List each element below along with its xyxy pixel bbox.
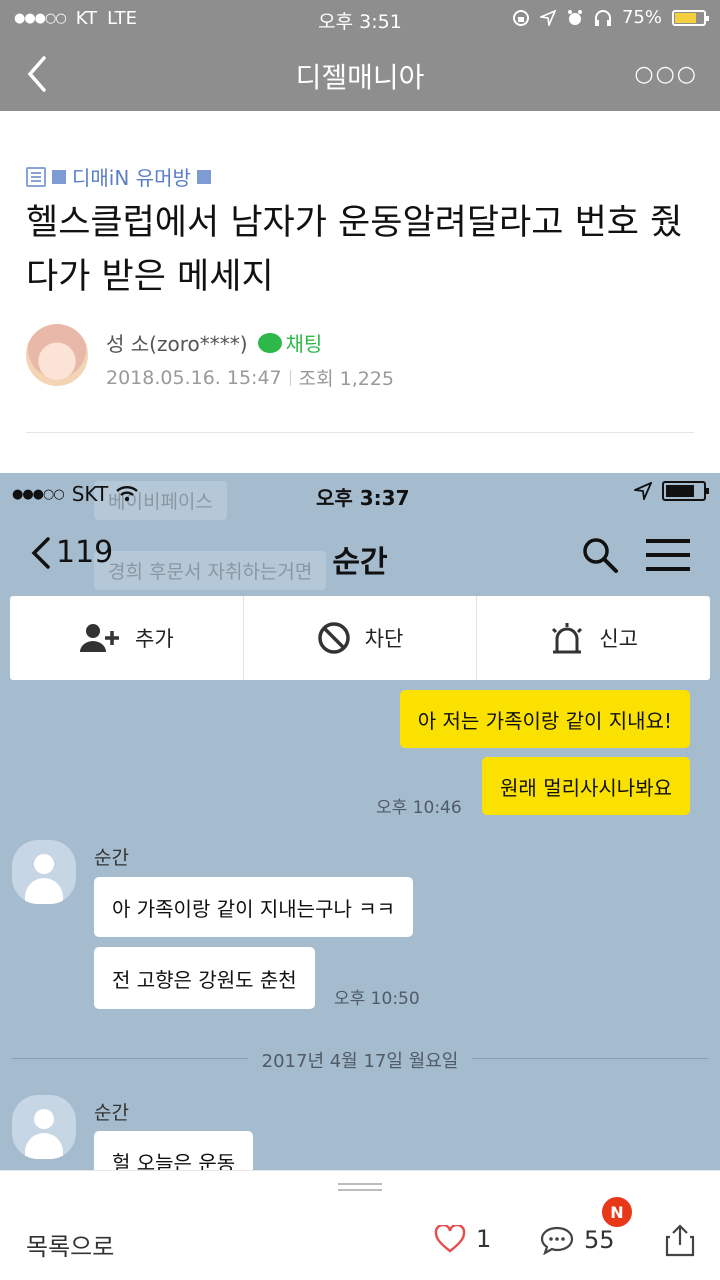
chat-nav-bar: 119 순간 [0, 513, 720, 595]
board-name: 디매iN 유머방 [72, 166, 191, 190]
their-message-bubble: 아 가족이랑 같이 지내는구나 ㅋㅋ [94, 877, 414, 937]
alarm-icon [567, 9, 582, 25]
my-message-bubble: 원래 멀리사시나봐요 [482, 757, 690, 815]
their-message-bubble: 전 고향은 강원도 춘천 [94, 947, 315, 1009]
sender-avatar[interactable] [12, 1095, 76, 1159]
chat-bubble-icon [257, 332, 282, 353]
comment-button[interactable]: 55 [540, 1225, 615, 1255]
battery-icon [662, 481, 709, 501]
author-name[interactable]: 성 소(zoro****) [106, 328, 248, 357]
heart-icon [434, 1225, 466, 1253]
more-options-icon[interactable]: ○○○ [634, 62, 698, 87]
chat-carrier: SKT [71, 482, 109, 506]
add-friend-button[interactable]: 추가 [10, 596, 243, 680]
block-icon [317, 622, 350, 654]
block-button[interactable]: 차단 [242, 596, 477, 680]
author-avatar[interactable] [26, 324, 88, 386]
sender-avatar[interactable] [12, 840, 76, 904]
search-icon[interactable] [580, 535, 620, 575]
battery-percent: 75% [621, 7, 662, 28]
message-time: 오후 10:46 [376, 798, 462, 818]
status-bar: ●●●○○ KT LTE 오후 3:51 75% [0, 0, 720, 38]
new-comment-badge: N [600, 1195, 634, 1229]
their-message-bubble: 헐 오늘은 운동 [94, 1131, 254, 1170]
like-button[interactable]: 1 [434, 1225, 491, 1253]
headphones-icon [594, 9, 611, 26]
battery-icon [672, 9, 709, 26]
drag-handle[interactable] [338, 1183, 382, 1191]
report-button[interactable]: 신고 [476, 596, 710, 680]
date-divider-text: 2017년 4월 17일 월요일 [247, 1051, 473, 1072]
report-label: 신고 [599, 627, 638, 651]
rotation-lock-icon [512, 9, 529, 26]
siren-icon [552, 623, 583, 654]
board-breadcrumb[interactable]: 디매iN 유머방 [26, 162, 211, 191]
comment-icon [540, 1226, 574, 1255]
location-icon [539, 9, 556, 26]
add-friend-icon [80, 624, 120, 652]
chat-label: 채팅 [285, 332, 323, 356]
friend-action-bar: 추가 차단 신고 [10, 596, 710, 680]
view-count: 조회 1,225 [298, 368, 395, 390]
chat-button[interactable]: 채팅 [257, 328, 323, 357]
article-meta: 2018.05.16. 15:47 조회 1,225 [106, 364, 394, 391]
like-count: 1 [476, 1225, 492, 1253]
app-header: 디젤매니아 ○○○ [0, 38, 720, 111]
date-divider: 2017년 4월 17일 월요일 [0, 1047, 720, 1073]
embedded-chat-screenshot: 베이비페이스 경희 후문서 자취하는거면 ●●●○○ SKT 오후 3:37 1… [0, 473, 720, 1170]
comment-count: 55 [584, 1226, 615, 1254]
sender-name: 순간 [94, 1102, 129, 1124]
message-time: 오후 10:50 [334, 989, 420, 1009]
sender-name: 순간 [94, 847, 129, 869]
signal-icon: ●●●○○ [12, 486, 65, 502]
square-bullet-icon [196, 169, 211, 184]
menu-icon[interactable] [646, 539, 690, 571]
article-title: 헬스클럽에서 남자가 운동알려달라고 번호 줬다가 받은 메세지 [26, 203, 683, 297]
location-icon [634, 482, 652, 500]
page-title: 디젤매니아 [295, 61, 425, 94]
author-line: 성 소(zoro****) 채팅 [106, 328, 322, 357]
meta-divider [289, 369, 291, 386]
header-divider [26, 432, 694, 433]
chat-status-time: 오후 3:37 [316, 486, 410, 510]
block-label: 차단 [364, 627, 404, 651]
add-friend-label: 추가 [135, 627, 174, 651]
list-icon [26, 166, 46, 187]
post-date: 2018.05.16. 15:47 [106, 366, 282, 389]
share-icon[interactable] [664, 1223, 696, 1257]
chat-status-bar: ●●●○○ SKT 오후 3:37 [0, 473, 720, 513]
back-to-list-button[interactable]: 목록으로 [26, 1227, 114, 1262]
my-message-bubble: 아 저는 가족이랑 같이 지내요! [399, 690, 690, 748]
square-bullet-icon [52, 169, 66, 184]
wifi-icon [116, 486, 139, 502]
bottom-toolbar: 목록으로 1 55 N [0, 1170, 720, 1280]
